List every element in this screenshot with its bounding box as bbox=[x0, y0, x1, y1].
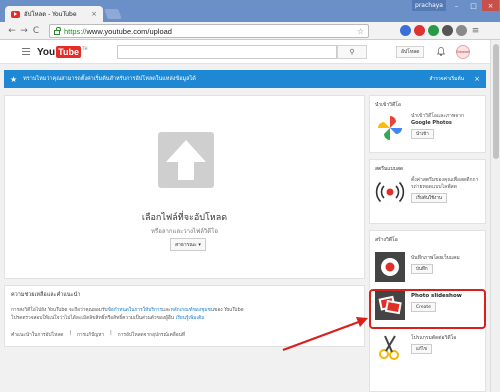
annotation-arrow-icon bbox=[282, 317, 368, 352]
